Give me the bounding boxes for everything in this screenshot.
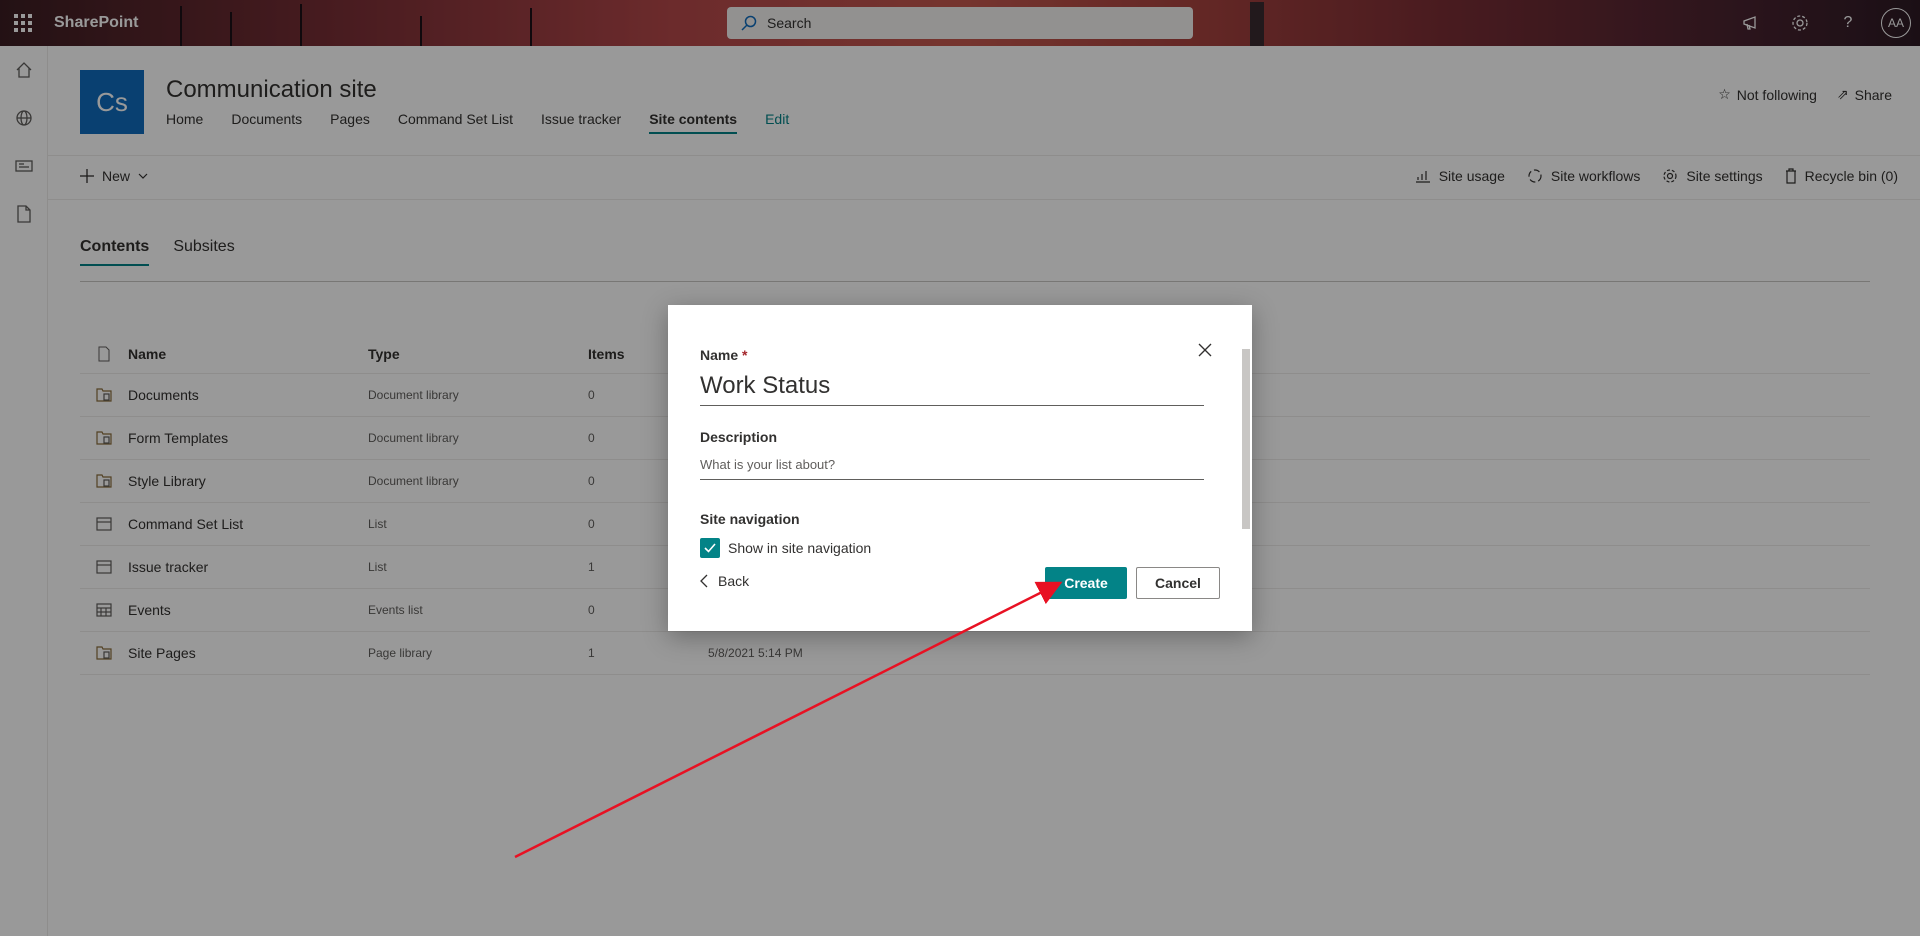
checkmark-icon	[700, 538, 720, 558]
close-icon[interactable]	[1198, 343, 1214, 359]
back-label: Back	[718, 573, 750, 589]
site-navigation-label: Site navigation	[700, 511, 800, 527]
description-placeholder: What is your list about?	[700, 457, 836, 472]
name-label-text: Name	[700, 347, 739, 363]
required-mark: *	[742, 347, 748, 363]
name-field-value: Work Status	[700, 372, 831, 399]
create-list-dialog: Name * Work Status Description What is y…	[668, 305, 1252, 631]
show-in-nav-label: Show in site navigation	[728, 540, 872, 556]
scrollbar-thumb[interactable]	[1242, 349, 1250, 529]
create-button[interactable]: Create	[1045, 567, 1127, 599]
chevron-left-icon	[700, 574, 708, 588]
name-label: Name *	[700, 347, 747, 363]
dialog-scrollbar[interactable]	[1238, 333, 1252, 565]
back-button[interactable]: Back	[700, 573, 749, 589]
name-field[interactable]: Work Status	[700, 369, 1204, 406]
show-in-nav-checkbox[interactable]: Show in site navigation	[700, 538, 871, 558]
description-field[interactable]: What is your list about?	[700, 455, 1204, 480]
cancel-button[interactable]: Cancel	[1136, 567, 1220, 599]
description-label: Description	[700, 429, 778, 445]
